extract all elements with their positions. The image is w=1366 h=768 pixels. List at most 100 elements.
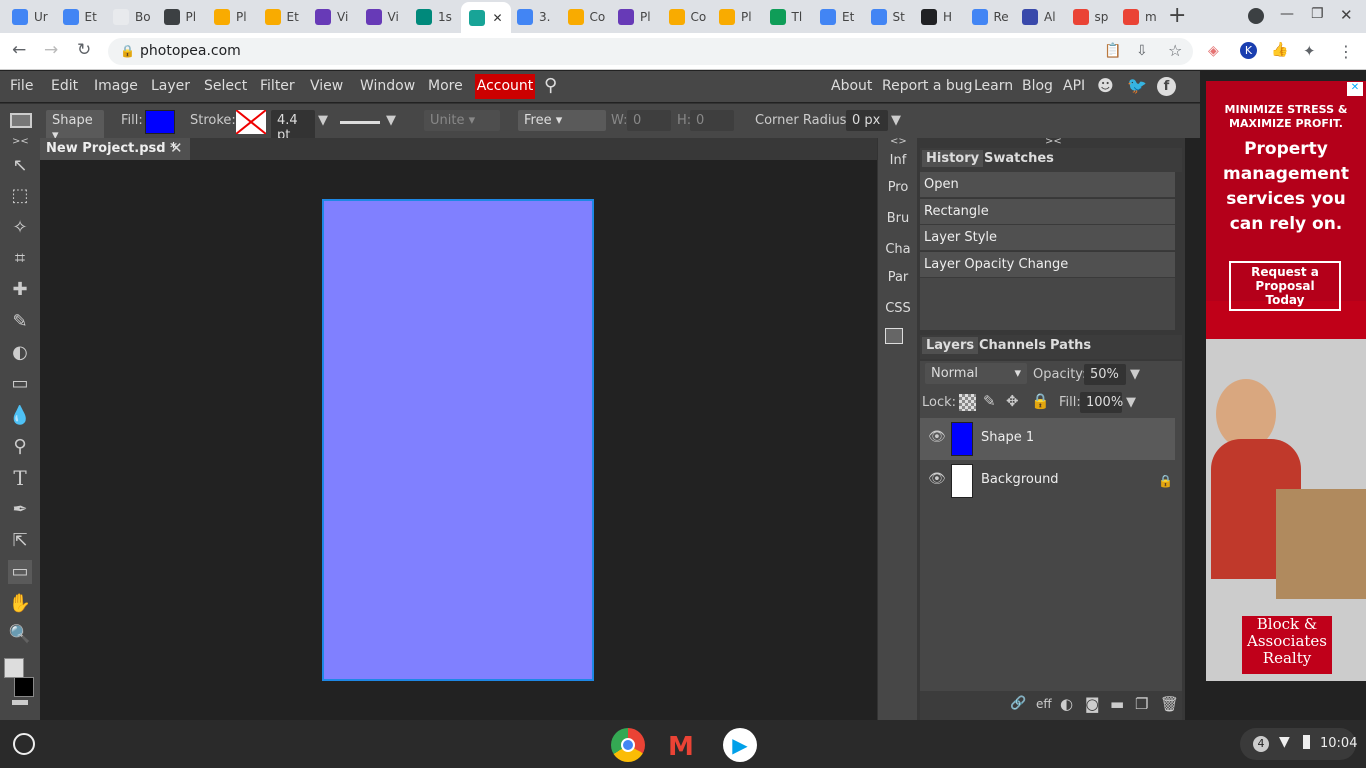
search-icon[interactable]: ⚲ [544,75,557,96]
zoom-tool-icon[interactable]: 🔍 [8,623,32,647]
stroke-width-arrow-icon[interactable]: ▼ [318,113,328,128]
corner-radius-arrow-icon[interactable]: ▼ [891,113,901,128]
new-tab-button[interactable]: + [1168,3,1186,28]
close-tab-icon[interactable]: ✕ [493,11,503,25]
stroke-style-arrow-icon[interactable]: ▼ [386,113,396,128]
adjustment-layer-icon[interactable]: ◐ [1060,695,1073,713]
visibility-eye-icon[interactable]: 👁 [928,429,946,445]
image-panel-icon[interactable] [885,328,903,344]
browser-tab[interactable]: H [915,4,961,29]
menu-filter[interactable]: Filter [260,78,295,94]
collapse-right-panel-icon[interactable]: >< [1045,136,1062,147]
side-tab-inf[interactable]: Inf [878,153,918,168]
path-operation-dropdown[interactable]: Unite ▾ [424,110,500,131]
quick-mask-icon[interactable] [12,700,28,705]
forward-icon[interactable]: → [44,40,58,60]
link-layers-icon[interactable]: 🔗 [1010,696,1026,711]
lock-all-icon[interactable]: 🔒 [1031,392,1050,410]
reload-icon[interactable]: ↻ [77,40,91,60]
collapse-toolbar-icon[interactable]: >< [12,136,29,147]
menu-file[interactable]: File [10,78,33,94]
stroke-none-swatch[interactable] [236,110,266,134]
side-tab-par[interactable]: Par [878,270,918,285]
fill-input[interactable]: 100% [1080,392,1123,413]
width-input[interactable]: 0 [627,110,671,131]
menu-link-4[interactable]: API [1063,78,1085,94]
side-tab-pro[interactable]: Pro [878,180,918,195]
new-folder-icon[interactable]: ▬ [1110,695,1124,713]
tab-channels[interactable]: Channels [979,338,1046,353]
restore-icon[interactable]: ❐ [1311,6,1324,22]
browser-tab[interactable]: Et [259,4,305,29]
browser-tab[interactable]: 1s [410,4,456,29]
bookmark-star-icon[interactable]: ☆ [1168,41,1182,60]
constraint-dropdown[interactable]: Free ▾ [518,110,606,131]
browser-tab[interactable]: Pl [208,4,254,29]
menu-link-3[interactable]: Blog [1022,78,1053,94]
foreground-color-swatch[interactable] [4,658,24,678]
browser-tab[interactable]: sp [1067,4,1113,29]
minimize-icon[interactable]: — [1280,6,1294,22]
pen-tool-icon[interactable]: ✒ [8,498,32,522]
extension-icon[interactable]: ◈ [1208,43,1219,59]
side-tab-cha[interactable]: Cha [878,242,918,257]
document-tab[interactable]: New Project.psd * [40,138,190,160]
menu-link-1[interactable]: Report a bug [882,78,973,94]
stroke-style-icon[interactable] [340,121,380,124]
browser-tab[interactable]: Pl [158,4,204,29]
browser-tab[interactable]: Co [562,4,608,29]
history-item[interactable]: Layer Opacity Change [920,251,1175,278]
expand-panels-icon[interactable]: <> [890,136,907,147]
rectangle-tool-icon[interactable] [10,113,32,128]
browser-tab[interactable]: Et [57,4,103,29]
menu-more[interactable]: More [428,78,463,94]
browser-tab[interactable]: Al [1016,4,1062,29]
gmail-app-icon[interactable]: M [668,732,694,762]
corner-radius-input[interactable]: 0 px [846,110,888,131]
menu-select[interactable]: Select [204,78,247,94]
launcher-icon[interactable] [13,733,35,755]
height-input[interactable]: 0 [690,110,734,131]
ad-close-icon[interactable]: ✕ [1347,82,1363,96]
omnibox[interactable] [108,38,1193,65]
dodge-tool-icon[interactable]: ⚲ [8,435,32,459]
fill-color-swatch[interactable] [145,110,175,134]
advertisement[interactable]: ✕ MINIMIZE STRESS & MAXIMIZE PROFIT. Pro… [1206,81,1366,681]
account-button[interactable]: Account [475,74,535,99]
extensions-puzzle-icon[interactable]: ✦ [1303,42,1316,60]
twitter-icon[interactable]: 🐦 [1127,76,1147,95]
menu-view[interactable]: View [310,78,343,94]
extension-hand-icon[interactable]: 👍 [1271,42,1288,58]
new-layer-icon[interactable]: ❐ [1135,695,1148,713]
menu-link-2[interactable]: Learn [974,78,1013,94]
chrome-menu-icon[interactable]: ⋮ [1338,42,1354,61]
close-document-icon[interactable]: ✕ [170,139,183,157]
gradient-tool-icon[interactable]: ▭ [8,372,32,396]
clipboard-icon[interactable]: 📋 [1104,43,1121,59]
close-window-icon[interactable]: ✕ [1340,6,1353,24]
browser-tab[interactable]: Tl [764,4,810,29]
play-store-app-icon[interactable]: ▶ [723,728,757,762]
layer-mask-icon[interactable]: ◙ [1085,695,1100,713]
brush-tool-icon[interactable]: ✎ [8,310,32,334]
eraser-tool-icon[interactable]: ◐ [8,341,32,365]
browser-tab[interactable]: Ur [6,4,52,29]
menu-window[interactable]: Window [360,78,415,94]
lock-pixels-icon[interactable]: ✎ [983,392,996,410]
side-tab-bru[interactable]: Bru [878,211,918,226]
chrome-app-icon[interactable] [611,728,645,762]
marquee-tool-icon[interactable]: ⬚ [8,184,32,208]
facebook-icon[interactable]: f [1157,77,1176,96]
browser-tab[interactable]: 3. [511,4,557,29]
lock-transparency-icon[interactable] [959,394,976,411]
install-icon[interactable]: ⇩ [1136,43,1148,59]
tab-history[interactable]: History [922,150,984,167]
delete-layer-icon[interactable]: 🗑 [1160,695,1179,713]
browser-tab[interactable]: ✕ [460,2,511,33]
fill-arrow-icon[interactable]: ▼ [1126,395,1136,410]
menu-layer[interactable]: Layer [151,78,190,94]
browser-tab[interactable]: St [865,4,911,29]
ad-cta-button[interactable]: Request a Proposal Today [1229,261,1341,311]
move-tool-icon[interactable]: ↖ [8,154,32,178]
rectangle-shape-layer[interactable] [322,199,594,681]
